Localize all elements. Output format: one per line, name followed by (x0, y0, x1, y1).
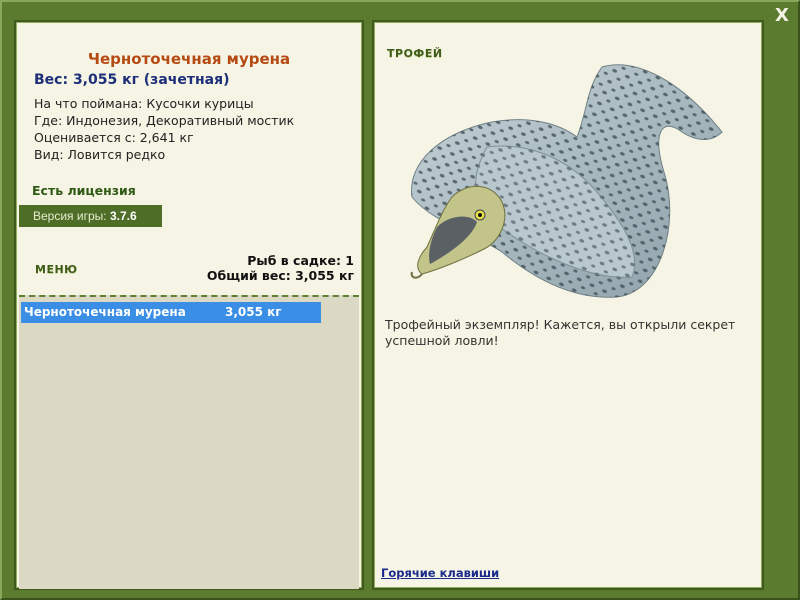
rated-info: Оценивается с: 2,641 кг (34, 130, 194, 145)
version-value: 3.7.6 (109, 209, 137, 223)
fish-title: Черноточечная мурена (87, 50, 291, 68)
list-item[interactable]: Черноточечная мурена 3,055 кг (21, 302, 321, 323)
bait-info: На что поймана: Кусочки курицы (34, 96, 254, 111)
catch-weight: 3,055 кг (225, 305, 282, 319)
catch-name: Черноточечная мурена (24, 305, 186, 319)
location-info: Где: Индонезия, Декоративный мостик (34, 113, 295, 128)
trophy-panel: ТРОФЕЙ Трофейный экземпляр! Кажется, вы … (372, 20, 764, 590)
fish-info-panel: Черноточечная мурена Вес: 3,055 кг (заче… (14, 20, 364, 590)
fish-weight: Вес: 3,055 кг (зачетная) (34, 72, 230, 88)
close-button[interactable]: X (772, 6, 792, 26)
trophy-message: Трофейный экземпляр! Кажется, вы открыли… (385, 317, 736, 348)
keepnet-stats: Рыб в садке: 1 Общий вес: 3,055 кг (207, 253, 354, 283)
moray-eel-image (410, 64, 723, 298)
keepnet-count: Рыб в садке: 1 (247, 253, 354, 268)
version-badge: Версия игры: 3.7.6 (19, 205, 162, 227)
keepnet-total-weight: Общий вес: 3,055 кг (206, 268, 354, 283)
menu-button[interactable]: МЕНЮ (35, 263, 78, 276)
rarity-info: Вид: Ловится редко (34, 147, 166, 162)
version-label: Версия игры: (33, 209, 107, 223)
catch-list: Черноточечная мурена 3,055 кг (19, 295, 359, 589)
hotkeys-link[interactable]: Горячие клавиши (381, 566, 499, 580)
license-status: Есть лицензия (32, 183, 136, 198)
